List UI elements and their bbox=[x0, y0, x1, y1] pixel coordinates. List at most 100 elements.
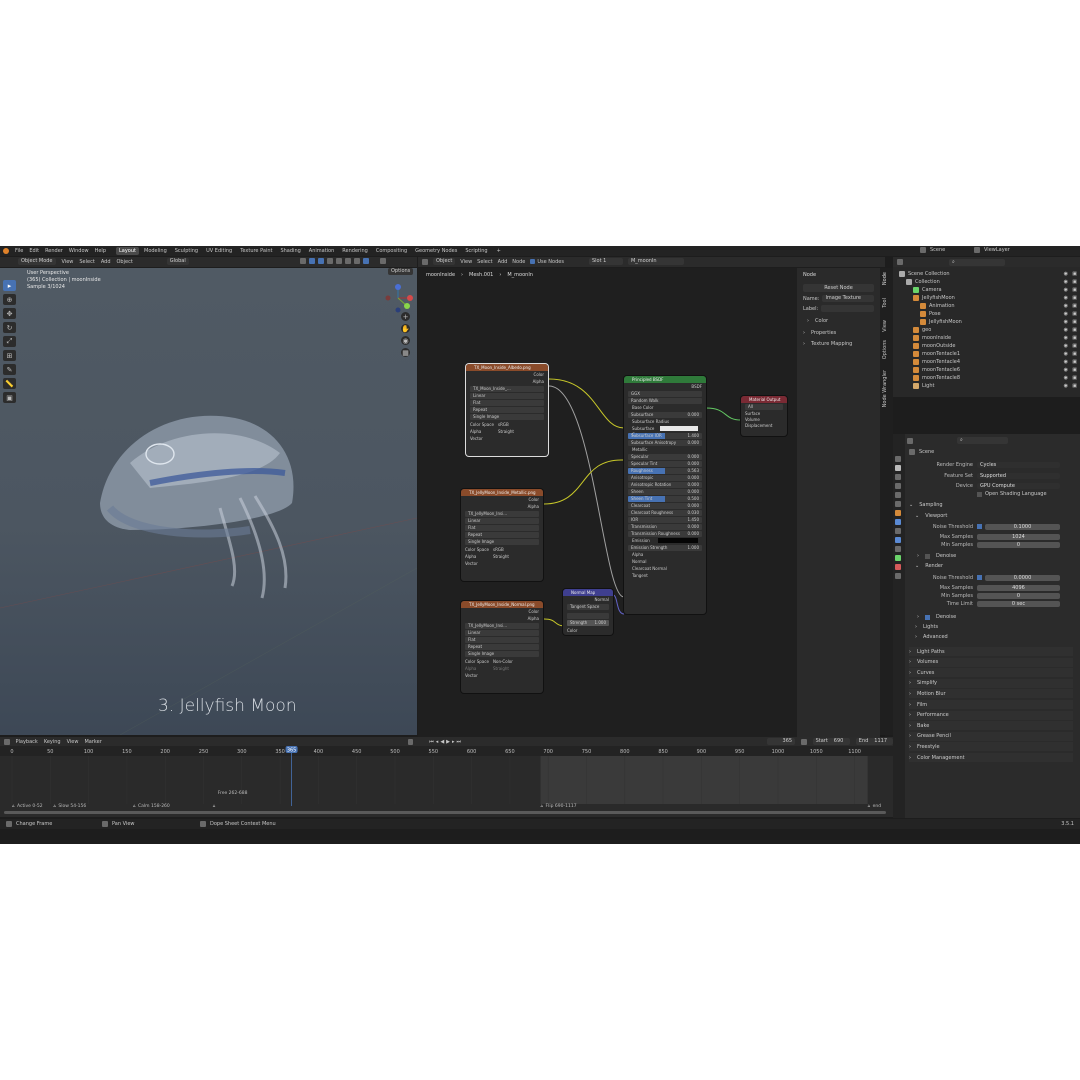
xray-icon[interactable] bbox=[327, 258, 333, 264]
render-camera-icon[interactable]: ▣ bbox=[1072, 375, 1077, 381]
render-min-samples-field[interactable]: 0 bbox=[977, 592, 1060, 599]
source-dropdown[interactable]: Single Image bbox=[465, 651, 539, 657]
scale-tool-icon[interactable]: ⤢ bbox=[3, 336, 16, 347]
timeline-marker[interactable]: ▵ Calm 158-260 bbox=[133, 803, 170, 809]
overlay-toggle-icon[interactable] bbox=[318, 258, 324, 264]
alpha-row[interactable]: Alpha Straight bbox=[461, 553, 543, 560]
eye-icon[interactable]: ◉ bbox=[1064, 279, 1068, 285]
pause-render-icon[interactable] bbox=[380, 258, 386, 264]
bsdf-input-subsurface-ior[interactable]: Subsurface IOR 1.400 bbox=[628, 433, 702, 439]
slot-dropdown[interactable]: Slot 1 bbox=[588, 258, 623, 265]
tab-view[interactable]: View bbox=[882, 320, 888, 332]
menu-window[interactable]: Window bbox=[69, 248, 89, 254]
render-camera-icon[interactable]: ▣ bbox=[1072, 295, 1077, 301]
bsdf-input-sheen[interactable]: Sheen 0.000 bbox=[628, 489, 702, 495]
eye-icon[interactable]: ◉ bbox=[1064, 359, 1068, 365]
timeline-marker[interactable]: ▵ end bbox=[868, 803, 882, 809]
timeline-marker[interactable]: ▵ Active 0-52 bbox=[12, 803, 43, 809]
distribution-dropdown[interactable]: GGX bbox=[628, 391, 702, 397]
outliner-item[interactable]: Collection ◉ ▣ bbox=[893, 278, 1080, 286]
color-space-value[interactable]: sRGB bbox=[498, 421, 509, 428]
outliner-item[interactable]: moonOutside ◉ ▣ bbox=[893, 342, 1080, 350]
workspace-tab-compositing[interactable]: Compositing bbox=[373, 247, 410, 255]
record-icon[interactable] bbox=[407, 738, 414, 745]
next-key-icon[interactable]: ▸ bbox=[452, 739, 455, 745]
timeline-type-icon[interactable] bbox=[4, 738, 10, 745]
workspace-tab-texture-paint[interactable]: Texture Paint bbox=[237, 247, 275, 255]
interpolation-dropdown[interactable]: Linear bbox=[465, 630, 539, 636]
bsdf-input-tangent[interactable]: Tangent bbox=[628, 573, 702, 579]
render-camera-icon[interactable]: ▣ bbox=[1072, 343, 1077, 349]
select-tool-icon[interactable]: ▸ bbox=[3, 280, 16, 291]
color-subsection[interactable]: Color bbox=[815, 318, 828, 324]
viewport-max-samples-field[interactable]: 1024 bbox=[977, 533, 1060, 540]
alpha-value[interactable]: Straight bbox=[498, 428, 514, 435]
outliner-item[interactable]: Light ◉ ▣ bbox=[893, 382, 1080, 390]
outliner-item[interactable]: JellyfishMoon ◉ ▣ bbox=[893, 294, 1080, 302]
source-dropdown[interactable]: Single Image bbox=[470, 414, 544, 420]
marker-menu[interactable]: Marker bbox=[84, 739, 101, 745]
projection-dropdown[interactable]: Flat bbox=[470, 400, 544, 406]
eye-icon[interactable]: ◉ bbox=[1064, 295, 1068, 301]
name-field[interactable]: Image Texture bbox=[822, 295, 874, 302]
object-dropdown[interactable]: Object bbox=[433, 258, 456, 265]
image-selector[interactable]: TX_JellyMoon_Insi... bbox=[465, 623, 539, 629]
interpolation-dropdown[interactable]: Linear bbox=[470, 393, 544, 399]
move-tool-icon[interactable]: ✥ bbox=[3, 308, 16, 319]
color-space-value[interactable]: Non-Color bbox=[493, 658, 513, 665]
eye-icon[interactable]: ◉ bbox=[1064, 335, 1068, 341]
viewport-subpanel[interactable]: Viewport bbox=[925, 513, 947, 519]
outliner-item[interactable]: moonTentacle4 ◉ ▣ bbox=[893, 358, 1080, 366]
principled-bsdf-node[interactable]: Principled BSDF BSDF GGX Random Walk Bas… bbox=[624, 376, 706, 614]
shading-material-icon[interactable] bbox=[354, 258, 360, 264]
bsdf-input-clearcoat-normal[interactable]: Clearcoat Normal bbox=[628, 566, 702, 572]
render-camera-icon[interactable]: ▣ bbox=[1072, 351, 1077, 357]
gizmo-toggle-icon[interactable] bbox=[309, 258, 315, 264]
editor-type-icon[interactable] bbox=[422, 258, 428, 265]
panel-curves[interactable]: › Curves bbox=[909, 668, 1073, 678]
ne-node-menu[interactable]: Node bbox=[512, 259, 525, 265]
eye-icon[interactable]: ◉ bbox=[1064, 311, 1068, 317]
color-space-row[interactable]: Color Space sRGB bbox=[466, 421, 548, 428]
cursor-tool-icon[interactable]: ⊕ bbox=[3, 294, 16, 305]
render-max-samples-field[interactable]: 4096 bbox=[977, 584, 1060, 591]
bsdf-input-ior[interactable]: IOR 1.450 bbox=[628, 517, 702, 523]
timeline[interactable]: Playback Keying View Marker ⏮ ◂ ◀ ▶ ▸ ⏭ … bbox=[0, 737, 893, 817]
device-dropdown[interactable]: GPU Compute bbox=[977, 482, 1060, 489]
menu-help[interactable]: Help bbox=[95, 248, 106, 254]
shading-rendered-icon[interactable] bbox=[363, 258, 369, 264]
end-frame-field[interactable]: End 1117 bbox=[855, 738, 893, 745]
object-mode-dropdown[interactable]: Object Mode bbox=[18, 258, 56, 265]
eye-icon[interactable]: ◉ bbox=[1064, 351, 1068, 357]
workspace-tab-sculpting[interactable]: Sculpting bbox=[172, 247, 201, 255]
advanced-subpanel[interactable]: Advanced bbox=[923, 634, 948, 640]
render-engine-dropdown[interactable]: Cycles bbox=[977, 461, 1060, 468]
transform-tool-icon[interactable]: ⊞ bbox=[3, 350, 16, 361]
render-camera-icon[interactable]: ▣ bbox=[1072, 335, 1077, 341]
denoise-checkbox[interactable] bbox=[925, 614, 930, 620]
workspace-tab-rendering[interactable]: Rendering bbox=[339, 247, 371, 255]
object-tab-icon[interactable] bbox=[895, 510, 901, 516]
eye-icon[interactable]: ◉ bbox=[1064, 303, 1068, 309]
color-swatch[interactable] bbox=[660, 426, 698, 431]
bsdf-input-sheen-tint[interactable]: Sheen Tint 0.500 bbox=[628, 496, 702, 502]
current-frame-field[interactable]: 365 bbox=[767, 738, 796, 745]
outliner-item[interactable]: Scene Collection ◉ ▣ bbox=[893, 270, 1080, 278]
workspace-tab-shading[interactable]: Shading bbox=[277, 247, 303, 255]
outliner-item[interactable]: moonTentacle8 ◉ ▣ bbox=[893, 374, 1080, 382]
add-workspace-icon[interactable]: + bbox=[497, 248, 501, 254]
outliner-item[interactable]: Camera ◉ ▣ bbox=[893, 286, 1080, 294]
material-output-node[interactable]: Material Output All Surface Volume Displ… bbox=[741, 396, 787, 436]
bsdf-input-emission[interactable]: Emission bbox=[628, 538, 702, 544]
label-field[interactable] bbox=[821, 305, 874, 312]
workspace-tab-modeling[interactable]: Modeling bbox=[141, 247, 170, 255]
outliner-type-icon[interactable] bbox=[897, 259, 903, 265]
play-icon[interactable]: ▶ bbox=[446, 739, 450, 745]
outliner-search-input[interactable]: ⌕ bbox=[949, 258, 1005, 266]
annotate-tool-icon[interactable]: ✎ bbox=[3, 364, 16, 375]
outliner-item[interactable]: moonTentacle6 ◉ ▣ bbox=[893, 366, 1080, 374]
tab-node-wrangler[interactable]: Node Wrangler bbox=[882, 370, 888, 407]
bsdf-input-subsurface[interactable]: Subsurface 0.000 bbox=[628, 412, 702, 418]
material-selector[interactable]: M_moonIn bbox=[627, 258, 684, 265]
3d-viewport[interactable]: User Perspective (365) Collection | moon… bbox=[0, 268, 417, 735]
